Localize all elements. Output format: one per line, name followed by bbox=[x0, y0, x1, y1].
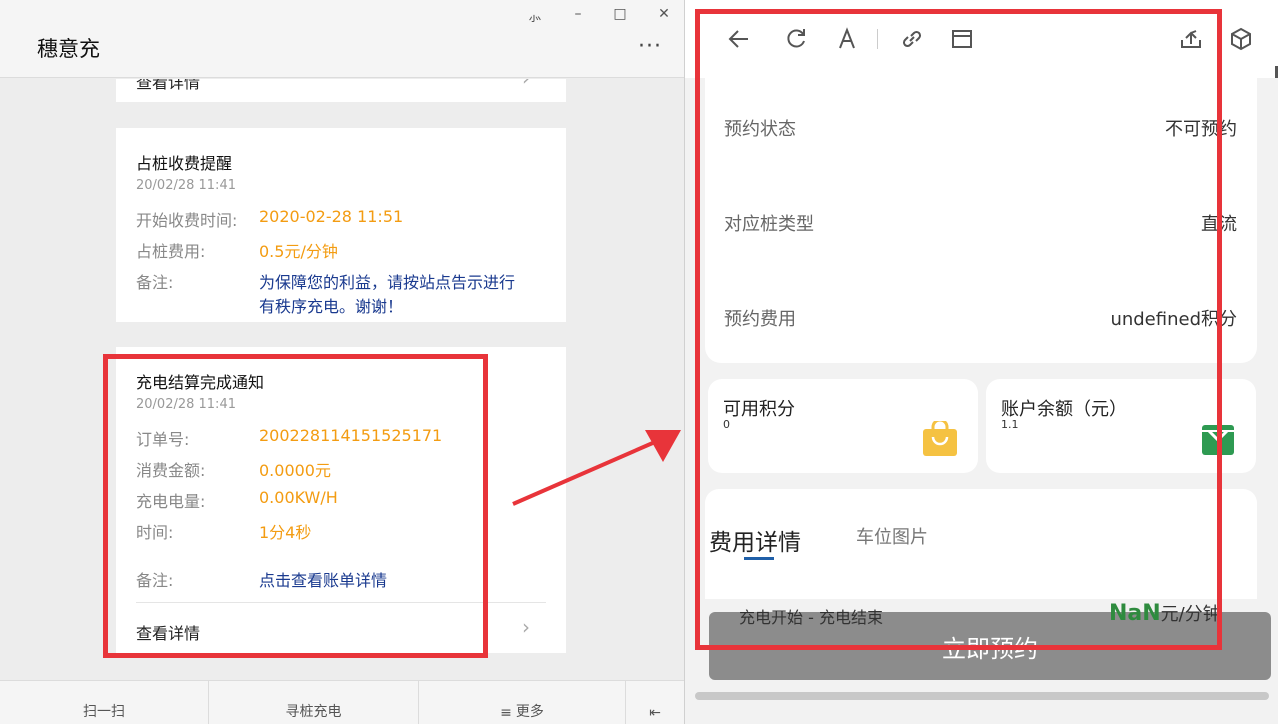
menu-lines-icon: ≡ bbox=[500, 705, 512, 721]
chevron-right-icon: › bbox=[522, 615, 530, 639]
menu-find-pile[interactable]: 寻桩充电 bbox=[209, 681, 419, 724]
horizontal-scrollbar[interactable] bbox=[695, 692, 1269, 700]
menu-scan[interactable]: 扫一扫 bbox=[0, 681, 209, 724]
highlight-box-mini-program bbox=[695, 9, 1222, 650]
start-time-value: 2020-02-28 11:51 bbox=[259, 207, 404, 226]
chat-title: 穗意充 bbox=[37, 37, 100, 61]
start-time-label: 开始收费时间: bbox=[136, 211, 238, 230]
collapse-menu-icon[interactable]: ⇤ bbox=[626, 681, 684, 724]
prev-detail-link[interactable]: 查看详情 bbox=[136, 79, 200, 93]
cube-icon[interactable] bbox=[1228, 26, 1254, 52]
fee-value: 0.5元/分钟 bbox=[259, 242, 338, 261]
highlight-box-settlement bbox=[103, 354, 488, 658]
more-options-icon[interactable]: ··· bbox=[638, 36, 662, 58]
menu-more[interactable]: ≡ 更多 bbox=[419, 681, 626, 724]
bottom-menu: 扫一扫 寻桩充电 ≡ 更多 ⇤ bbox=[0, 680, 684, 724]
chevron-right-icon: › bbox=[522, 79, 530, 90]
fee-label: 占桩费用: bbox=[136, 242, 206, 261]
occupy-fee-card[interactable]: 占桩收费提醒 20/02/28 11:41 开始收费时间: 2020-02-28… bbox=[116, 128, 566, 322]
chat-header: 穗意充 ⺗ – □ ✕ ··· bbox=[0, 0, 684, 78]
prev-message-card[interactable]: 查看详情 › bbox=[116, 79, 566, 102]
maximize-button[interactable]: □ bbox=[610, 6, 630, 22]
menu-more-label: 更多 bbox=[515, 704, 544, 720]
close-button[interactable]: ✕ bbox=[654, 6, 674, 22]
note-label: 备注: bbox=[136, 273, 174, 292]
pin-icon[interactable]: ⺗ bbox=[525, 6, 545, 26]
note-line-2: 有秩序充电。谢谢！ bbox=[259, 297, 404, 316]
card-title: 占桩收费提醒 bbox=[136, 154, 233, 173]
minimize-button[interactable]: – bbox=[568, 6, 588, 22]
card-time: 20/02/28 11:41 bbox=[136, 178, 236, 193]
note-line-1: 为保障您的利益，请按站点告示进行 bbox=[259, 273, 516, 292]
arrow-annotation-icon bbox=[512, 430, 681, 506]
